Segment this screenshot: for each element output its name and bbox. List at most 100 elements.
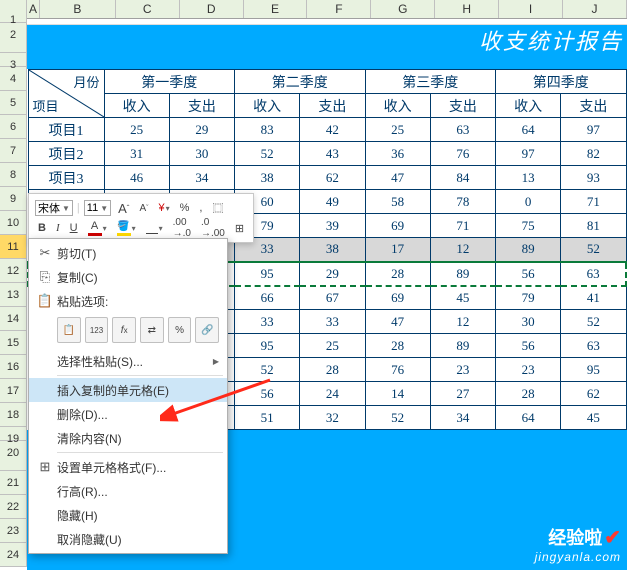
- row-header-12[interactable]: 12: [0, 259, 27, 283]
- row-header-6[interactable]: 6: [0, 115, 27, 139]
- data-cell[interactable]: 28: [300, 358, 365, 382]
- data-cell[interactable]: 64: [496, 406, 561, 430]
- data-cell[interactable]: 27: [430, 382, 495, 406]
- data-cell[interactable]: 84: [430, 166, 495, 190]
- q3-header[interactable]: 第三季度: [365, 70, 496, 94]
- row-header-7[interactable]: 7: [0, 139, 27, 163]
- data-cell[interactable]: 25: [365, 118, 430, 142]
- row-header-19[interactable]: 19: [0, 427, 27, 441]
- data-cell[interactable]: 52: [235, 142, 300, 166]
- data-cell[interactable]: 63: [561, 262, 626, 286]
- project-cell[interactable]: 项目2: [28, 142, 104, 166]
- decrease-decimal-button[interactable]: .00→.0: [170, 216, 194, 240]
- data-cell[interactable]: 36: [365, 142, 430, 166]
- data-cell[interactable]: 52: [561, 310, 626, 334]
- data-cell[interactable]: 23: [430, 358, 495, 382]
- q4-header[interactable]: 第四季度: [496, 70, 627, 94]
- row-header-8[interactable]: 8: [0, 163, 27, 187]
- data-cell[interactable]: 89: [430, 334, 495, 358]
- ctx-insert-copied-cells[interactable]: 插入复制的单元格(E): [29, 378, 227, 402]
- row-header-3[interactable]: 3: [0, 53, 27, 67]
- paste-link-button[interactable]: 🔗: [195, 317, 219, 343]
- col-header-G[interactable]: G: [371, 0, 435, 18]
- data-cell[interactable]: 34: [169, 166, 234, 190]
- row-header-15[interactable]: 15: [0, 331, 27, 355]
- data-cell[interactable]: 33: [300, 310, 365, 334]
- data-cell[interactable]: 28: [496, 382, 561, 406]
- data-cell[interactable]: 47: [365, 310, 430, 334]
- ctx-clear[interactable]: 清除内容(N): [29, 426, 227, 450]
- ctx-delete[interactable]: 删除(D)...: [29, 402, 227, 426]
- data-cell[interactable]: 78: [430, 190, 495, 214]
- data-cell[interactable]: 76: [365, 358, 430, 382]
- shrink-font-button[interactable]: Aˇ: [136, 202, 151, 215]
- data-cell[interactable]: 14: [365, 382, 430, 406]
- data-cell[interactable]: 29: [300, 262, 365, 286]
- row-header-18[interactable]: 18: [0, 403, 27, 427]
- data-cell[interactable]: 25: [300, 334, 365, 358]
- data-cell[interactable]: 51: [235, 406, 300, 430]
- data-cell[interactable]: 41: [561, 286, 626, 310]
- data-cell[interactable]: 31: [104, 142, 169, 166]
- data-cell[interactable]: 28: [365, 262, 430, 286]
- paste-values-button[interactable]: 123: [85, 317, 109, 343]
- borders-button[interactable]: ▾: [143, 221, 166, 235]
- row-header-11[interactable]: 11: [0, 235, 27, 259]
- row-header-20[interactable]: 20: [0, 441, 27, 471]
- data-cell[interactable]: 12: [430, 310, 495, 334]
- data-cell[interactable]: 33: [235, 310, 300, 334]
- data-cell[interactable]: 49: [300, 190, 365, 214]
- data-cell[interactable]: 32: [300, 406, 365, 430]
- data-cell[interactable]: 56: [496, 334, 561, 358]
- row-header-5[interactable]: 5: [0, 91, 27, 115]
- data-cell[interactable]: 39: [300, 214, 365, 238]
- increase-decimal-button[interactable]: .0→.00: [198, 216, 228, 240]
- ctx-hide[interactable]: 隐藏(H): [29, 503, 227, 527]
- row-header-22[interactable]: 22: [0, 495, 27, 519]
- col-header-C[interactable]: C: [116, 0, 180, 18]
- fill-color-button[interactable]: 🪣▾: [114, 220, 139, 237]
- merge-button[interactable]: ⊞: [232, 221, 247, 236]
- data-cell[interactable]: 58: [365, 190, 430, 214]
- data-cell[interactable]: 83: [235, 118, 300, 142]
- data-cell[interactable]: 62: [300, 166, 365, 190]
- row-header-21[interactable]: 21: [0, 471, 27, 495]
- data-cell[interactable]: 24: [300, 382, 365, 406]
- col-header-D[interactable]: D: [180, 0, 244, 18]
- data-cell[interactable]: 71: [430, 214, 495, 238]
- ctx-row-height[interactable]: 行高(R)...: [29, 479, 227, 503]
- format-painter-icon[interactable]: ⿴: [209, 199, 226, 217]
- data-cell[interactable]: 52: [561, 238, 626, 262]
- row-header-14[interactable]: 14: [0, 307, 27, 331]
- data-cell[interactable]: 0: [496, 190, 561, 214]
- q2-header[interactable]: 第二季度: [235, 70, 366, 94]
- row-header-9[interactable]: 9: [0, 187, 27, 211]
- data-cell[interactable]: 30: [169, 142, 234, 166]
- row-header-16[interactable]: 16: [0, 355, 27, 379]
- row-header-10[interactable]: 10: [0, 211, 27, 235]
- font-name-select[interactable]: 宋体▼: [35, 200, 73, 216]
- font-color-button[interactable]: A▾: [85, 219, 110, 237]
- data-cell[interactable]: 34: [430, 406, 495, 430]
- data-cell[interactable]: 25: [104, 118, 169, 142]
- row-header-4[interactable]: 4: [0, 67, 27, 91]
- data-cell[interactable]: 23: [496, 358, 561, 382]
- data-cell[interactable]: 62: [561, 382, 626, 406]
- data-cell[interactable]: 46: [104, 166, 169, 190]
- paste-formulas-button[interactable]: fx: [112, 317, 136, 343]
- currency-button[interactable]: ¥▾: [155, 201, 172, 215]
- data-cell[interactable]: 89: [496, 238, 561, 262]
- data-cell[interactable]: 45: [561, 406, 626, 430]
- ctx-paste-special[interactable]: 选择性粘贴(S)...▶: [29, 349, 227, 373]
- grow-font-button[interactable]: Aˆ: [115, 200, 132, 217]
- data-cell[interactable]: 45: [430, 286, 495, 310]
- ctx-cut[interactable]: ✂剪切(T): [29, 241, 227, 265]
- data-cell[interactable]: 89: [430, 262, 495, 286]
- data-cell[interactable]: 13: [496, 166, 561, 190]
- row-header-17[interactable]: 17: [0, 379, 27, 403]
- ctx-copy[interactable]: ⎘复制(C): [29, 265, 227, 289]
- col-header-F[interactable]: F: [307, 0, 371, 18]
- data-cell[interactable]: 97: [496, 142, 561, 166]
- data-cell[interactable]: 64: [496, 118, 561, 142]
- data-cell[interactable]: 28: [365, 334, 430, 358]
